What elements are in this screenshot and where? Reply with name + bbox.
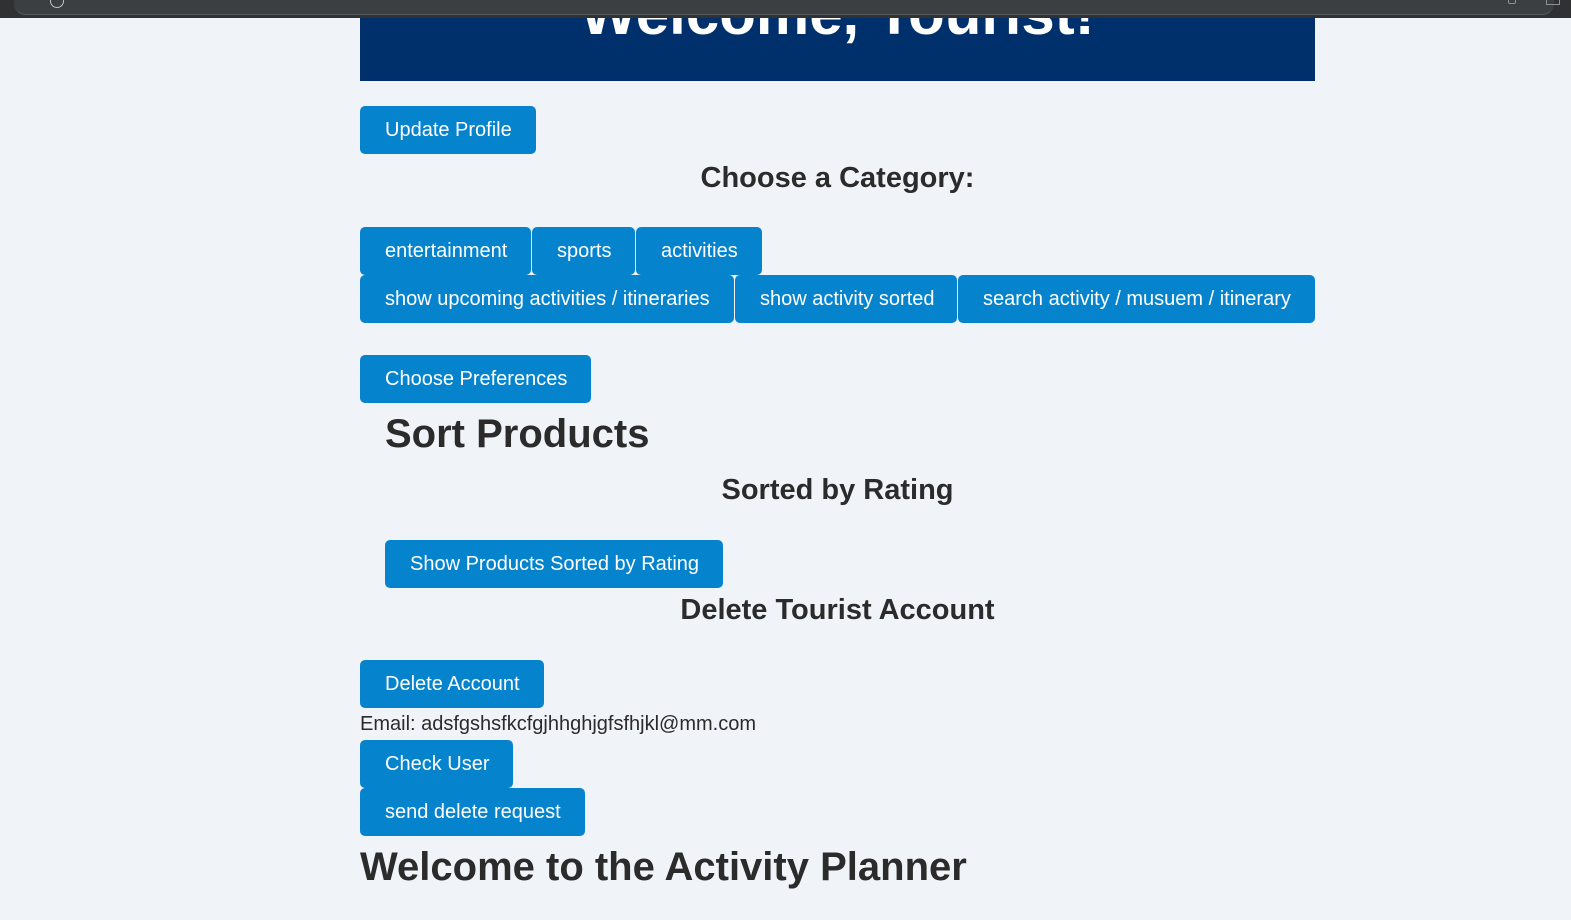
show-products-sorted-button[interactable]: Show Products Sorted by Rating [385,540,723,588]
email-label: Email: adsfgshsfkcfgjhhghjgfsfhjkl@mm.co… [360,713,756,735]
choose-preferences-button[interactable]: Choose Preferences [360,355,591,403]
delete-account-heading: Delete Tourist Account [680,594,995,626]
sorted-by-rating-heading: Sorted by Rating [721,474,954,506]
show-upcoming-button[interactable]: show upcoming activities / itineraries [360,275,734,323]
welcome-banner: Welcome, Tourist! [360,18,1315,81]
category-entertainment-button[interactable]: entertainment [360,227,531,275]
category-activities-button[interactable]: activities [636,227,762,275]
choose-category-heading: Choose a Category: [700,162,975,194]
sort-products-heading: Sort Products [385,412,650,456]
address-bar[interactable] [14,0,1554,15]
delete-account-button[interactable]: Delete Account [360,660,544,708]
check-user-button[interactable]: Check User [360,740,513,788]
category-sports-button[interactable]: sports [532,227,635,275]
send-delete-request-button[interactable]: send delete request [360,788,585,836]
browser-toolbar [0,0,1571,18]
update-profile-button[interactable]: Update Profile [360,106,536,154]
activity-planner-heading: Welcome to the Activity Planner [360,845,967,889]
extensions-icon[interactable] [1546,0,1560,5]
search-activity-button[interactable]: search activity / musuem / itinerary [958,275,1315,323]
show-activity-sorted-button[interactable]: show activity sorted [735,275,957,323]
password-key-icon[interactable] [1508,0,1516,4]
site-info-icon[interactable] [50,0,64,8]
banner-title: Welcome, Tourist! [360,18,1315,54]
